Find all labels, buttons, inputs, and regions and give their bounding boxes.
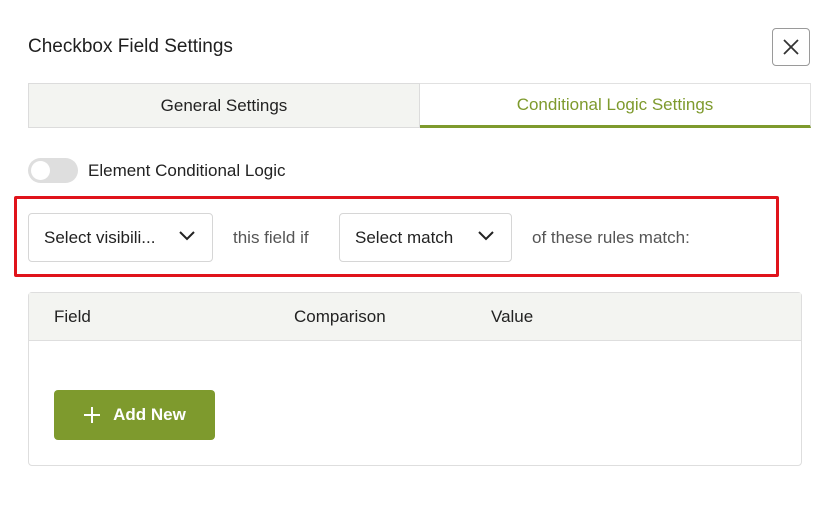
dialog-title: Checkbox Field Settings [28, 36, 233, 57]
tab-label: General Settings [160, 95, 288, 115]
toggle-knob [31, 161, 50, 180]
add-new-label: Add New [113, 405, 186, 424]
chevron-down-icon [478, 231, 494, 241]
settings-tabs: General Settings Conditional Logic Setti… [28, 83, 811, 128]
close-icon [783, 39, 799, 55]
condition-text-end: of these rules match: [532, 228, 690, 247]
conditional-logic-toggle-row: Element Conditional Logic [28, 158, 286, 183]
toggle-label: Element Conditional Logic [88, 160, 286, 180]
tab-conditional-logic-settings[interactable]: Conditional Logic Settings [420, 83, 811, 128]
match-select[interactable]: Select match [339, 213, 512, 262]
plus-icon [83, 406, 101, 424]
visibility-select-value: Select visibili... [44, 227, 156, 247]
tab-label: Conditional Logic Settings [516, 94, 714, 114]
close-button[interactable] [772, 28, 810, 66]
conditional-logic-toggle[interactable] [28, 158, 78, 183]
rules-table: Field Comparison Value Add New [28, 292, 802, 466]
column-header-value: Value [491, 307, 534, 326]
match-select-value: Select match [355, 227, 454, 247]
visibility-select[interactable]: Select visibili... [28, 213, 213, 262]
column-header-comparison: Comparison [294, 307, 386, 326]
chevron-down-icon [179, 231, 195, 241]
tab-general-settings[interactable]: General Settings [28, 83, 420, 128]
condition-text-middle: this field if [233, 228, 309, 247]
column-header-field: Field [54, 307, 91, 326]
add-new-button[interactable]: Add New [54, 390, 215, 440]
rules-table-header: Field Comparison Value [29, 293, 801, 341]
